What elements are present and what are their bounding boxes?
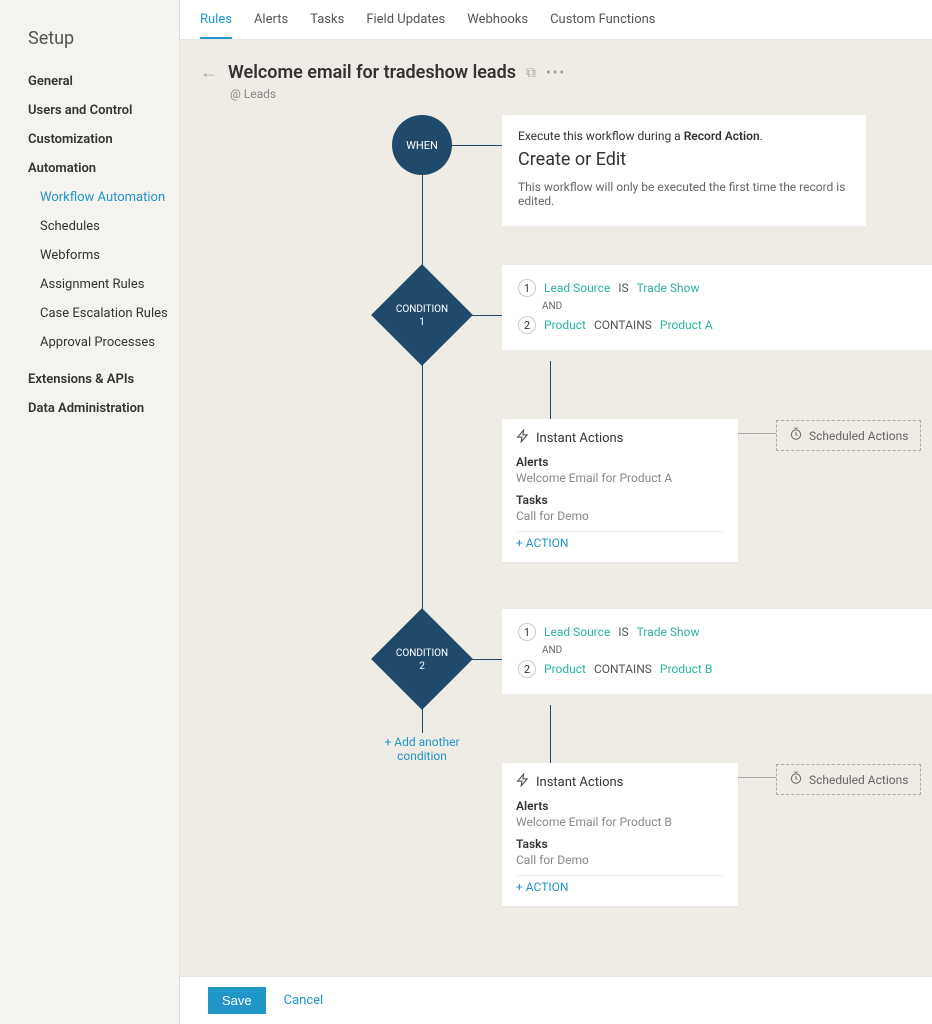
tabs-bar: Rules Alerts Tasks Field Updates Webhook… [180,0,932,40]
condition-2-label: CONDITION2 [377,647,467,673]
tab-alerts[interactable]: Alerts [254,12,288,39]
sidebar-item-data-admin[interactable]: Data Administration [0,394,179,423]
scheduled-actions-2[interactable]: Scheduled Actions [776,764,921,795]
page-title: Welcome email for tradeshow leads [228,62,516,83]
instant-actions-2[interactable]: Instant Actions Alerts Welcome Email for… [502,763,738,906]
tab-tasks[interactable]: Tasks [310,12,344,39]
when-desc-2: This workflow will only be executed the … [518,180,850,208]
cond1-op1: IS [618,281,628,295]
sidebar-sub-escalation-rules[interactable]: Case Escalation Rules [0,299,179,328]
page-header: ← Welcome email for tradeshow leads ⧉ ••… [180,40,932,91]
actions2-tasks-h: Tasks [516,837,724,851]
actions2-tasks-v[interactable]: Call for Demo [516,853,724,867]
sidebar-item-automation[interactable]: Automation [0,154,179,183]
tab-field-updates[interactable]: Field Updates [366,12,445,39]
clock-icon [789,427,803,444]
cond2-row2: 2 Product CONTAINS Product B [518,660,932,678]
actions1-alerts-v[interactable]: Welcome Email for Product A [516,471,724,485]
sidebar-item-users[interactable]: Users and Control [0,96,179,125]
cond1-field2[interactable]: Product [544,318,586,332]
actions2-add[interactable]: + ACTION [516,875,724,894]
cond2-field2[interactable]: Product [544,662,586,676]
lightning-icon [516,773,530,791]
workflow-canvas: WHEN Execute this workflow during a Reco… [180,115,932,1024]
cond1-val2[interactable]: Product A [660,318,713,332]
when-node[interactable]: WHEN [392,115,452,175]
cond2-and: AND [542,645,932,656]
sidebar-sub-approval[interactable]: Approval Processes [0,328,179,357]
when-card[interactable]: Execute this workflow during a Record Ac… [502,115,866,226]
cond1-field1[interactable]: Lead Source [544,281,610,295]
footer-bar: Save Cancel [180,976,932,1024]
instant-actions-1[interactable]: Instant Actions Alerts Welcome Email for… [502,419,738,562]
tab-custom-functions[interactable]: Custom Functions [550,12,655,39]
lightning-icon [516,429,530,447]
tab-webhooks[interactable]: Webhooks [467,12,528,39]
scheduled-actions-1[interactable]: Scheduled Actions [776,420,921,451]
cond1-op2: CONTAINS [594,318,652,332]
actions2-alerts-v[interactable]: Welcome Email for Product B [516,815,724,829]
cond1-and: AND [542,301,932,312]
tab-rules[interactable]: Rules [200,12,232,39]
actions1-tasks-v[interactable]: Call for Demo [516,509,724,523]
sidebar-sub-schedules[interactable]: Schedules [0,212,179,241]
sidebar-sub-workflow-automation[interactable]: Workflow Automation [0,183,179,212]
condition-1-label: CONDITION1 [377,303,467,329]
cond2-row1: 1 Lead Source IS Trade Show [518,623,932,641]
condition-1-card[interactable]: 1 Lead Source IS Trade Show AND 2 Produc… [502,265,932,350]
back-arrow-icon[interactable]: ← [200,62,218,83]
sidebar-item-extensions[interactable]: Extensions & APIs [0,365,179,394]
cond1-val1[interactable]: Trade Show [637,281,700,295]
cancel-button[interactable]: Cancel [284,993,324,1008]
when-label: WHEN [406,139,438,152]
clock-icon [789,771,803,788]
duplicate-icon[interactable]: ⧉ [526,65,536,81]
sidebar-item-customization[interactable]: Customization [0,125,179,154]
main-area: Rules Alerts Tasks Field Updates Webhook… [180,0,932,1024]
cond1-row2: 2 Product CONTAINS Product A [518,316,932,334]
cond2-val2[interactable]: Product B [660,662,712,676]
sidebar-title: Setup [0,28,179,67]
when-mode: Create or Edit [518,149,850,170]
actions2-alerts-h: Alerts [516,799,724,813]
save-button[interactable]: Save [208,987,266,1014]
cond2-val1[interactable]: Trade Show [637,625,700,639]
when-desc-1: Execute this workflow during a Record Ac… [518,129,850,143]
more-icon[interactable]: ••• [546,65,566,81]
sidebar: Setup General Users and Control Customiz… [0,0,180,1024]
page-context: @ Leads [180,87,932,101]
sidebar-sub-webforms[interactable]: Webforms [0,241,179,270]
instant-actions-1-title: Instant Actions [536,431,623,446]
actions1-tasks-h: Tasks [516,493,724,507]
cond1-row1: 1 Lead Source IS Trade Show [518,279,932,297]
add-another-condition[interactable]: + Add another condition [382,735,462,763]
sidebar-sub-assignment-rules[interactable]: Assignment Rules [0,270,179,299]
actions1-add[interactable]: + ACTION [516,531,724,550]
condition-2-card[interactable]: 1 Lead Source IS Trade Show AND 2 Produc… [502,609,932,694]
actions1-alerts-h: Alerts [516,455,724,469]
instant-actions-2-title: Instant Actions [536,775,623,790]
sidebar-item-general[interactable]: General [0,67,179,96]
cond2-field1[interactable]: Lead Source [544,625,610,639]
cond2-op2: CONTAINS [594,662,652,676]
cond2-op1: IS [618,625,628,639]
